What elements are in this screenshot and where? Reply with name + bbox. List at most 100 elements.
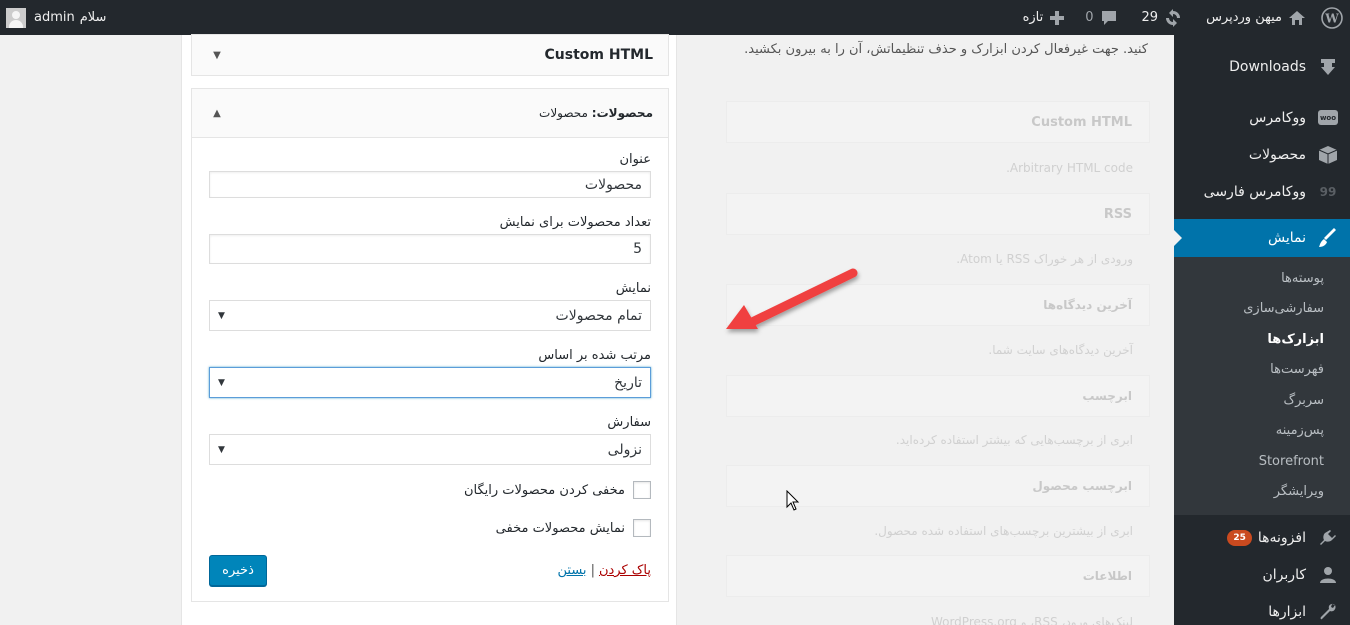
available-widgets-description: کنید. جهت غیرفعال کردن ابزارک و حذف تنظی…	[744, 42, 1148, 57]
widget-description: ورودی از هر خوراک RSS یا Atom.	[956, 252, 1133, 266]
show-label: نمایش	[615, 281, 651, 296]
admin-bar: W میهن وردپرس 29 0 تازه admin سلام	[0, 0, 1350, 35]
hide-free-label: مخفی کردن محصولات رایگان	[463, 482, 625, 498]
delete-link[interactable]: پاک کردن	[599, 563, 651, 578]
expand-toggle-icon[interactable]: ▼	[207, 50, 227, 61]
available-widget-tag-cloud[interactable]: ابرچسب	[726, 375, 1150, 417]
products-widget-header[interactable]: محصولات: محصولات ▲	[192, 89, 668, 137]
plugins-update-badge: 25	[1227, 529, 1252, 546]
available-widgets-area: کنید. جهت غیرفعال کردن ابزارک و حذف تنظی…	[720, 35, 1150, 625]
comment-icon	[1100, 9, 1118, 27]
submenu-item-storefront[interactable]: Storefront	[1174, 446, 1350, 477]
site-name: میهن وردپرس	[1206, 10, 1282, 25]
title-input[interactable]: محصولات	[209, 171, 651, 198]
submenu-item-customize[interactable]: سفارشی‌سازی	[1174, 294, 1350, 325]
show-hidden-option: نمایش محصولات مخفی	[209, 517, 651, 539]
sidebar-item-label: ووکامرس فارسی	[1203, 183, 1306, 200]
sidebar-item-label: ابزارها	[1268, 603, 1306, 620]
mouse-cursor-icon	[786, 490, 800, 511]
svg-text:W: W	[1324, 11, 1339, 25]
orderby-label: مرتب شده بر اساس	[538, 348, 651, 363]
widget-settings-form: عنوان محصولات تعداد محصولات برای نمایش 5…	[192, 137, 668, 601]
home-icon	[1288, 10, 1306, 26]
widget-controls: پاک کردن |بستن ذخیره	[209, 555, 651, 586]
user-icon	[1316, 563, 1340, 587]
submenu-item-editor[interactable]: ویرایشگر	[1174, 477, 1350, 508]
widget-description: لینک‌های ورود، RSS، و WordPress.org	[930, 615, 1133, 625]
comments-count: 0	[1085, 10, 1094, 25]
chevron-down-icon: ▼	[218, 377, 225, 388]
sidebar-item-label: Downloads	[1229, 58, 1306, 75]
sidebar-item-tools[interactable]: ابزارها	[1174, 593, 1350, 625]
save-button[interactable]: ذخیره	[209, 555, 267, 586]
widget-title: محصولات: محصولات	[539, 106, 653, 120]
paintbrush-icon	[1316, 226, 1340, 250]
wrench-icon	[1316, 600, 1340, 624]
available-widget-meta[interactable]: اطلاعات	[726, 555, 1150, 597]
title-label: عنوان	[619, 152, 651, 167]
new-content-link[interactable]: تازه	[1015, 0, 1074, 35]
show-select[interactable]: تمام محصولات ▼	[209, 300, 651, 331]
sidebar-item-downloads[interactable]: Downloads	[1174, 48, 1350, 85]
hide-free-option: مخفی کردن محصولات رایگان	[209, 479, 651, 501]
show-selected-value: تمام محصولات	[555, 307, 642, 324]
sidebar-item-users[interactable]: کاربران	[1174, 556, 1350, 593]
submenu-item-themes[interactable]: پوسته‌ها	[1174, 263, 1350, 294]
avatar	[6, 7, 26, 28]
submenu-item-menus[interactable]: فهرست‌ها	[1174, 355, 1350, 386]
greeting: سلام	[79, 10, 107, 25]
download-icon	[1316, 55, 1340, 79]
link-separator: |	[590, 563, 595, 578]
sidebar-item-products[interactable]: محصولات	[1174, 136, 1350, 173]
plugin-icon	[1316, 526, 1340, 550]
widget-description: ابری از بیشترین برچسب‌های استفاده شده مح…	[874, 524, 1133, 538]
close-link[interactable]: بستن	[558, 563, 587, 578]
my-account-link[interactable]: admin سلام	[6, 0, 106, 35]
order-select[interactable]: نزولی ▼	[209, 434, 651, 465]
widget-description: Arbitrary HTML code.	[1006, 161, 1133, 175]
available-widget-rss[interactable]: RSS	[726, 193, 1150, 235]
sidebar-item-label: کاربران	[1262, 566, 1306, 583]
widget-sidebar-area: Custom HTML ▼ محصولات: محصولات ▲ عنوان م…	[181, 34, 677, 625]
submenu-item-widgets[interactable]: ابزارک‌ها	[1174, 324, 1350, 355]
sidebar-item-label: محصولات	[1248, 146, 1306, 163]
submenu-item-header[interactable]: سربرگ	[1174, 385, 1350, 416]
available-widget-recent-comments[interactable]: آخرین دیدگاه‌ها	[726, 284, 1150, 326]
sidebar-item-label: نمایش	[1267, 230, 1306, 246]
new-content-label: تازه	[1022, 10, 1044, 25]
number-input[interactable]: 5	[209, 234, 651, 264]
sidebar-item-label: افزونه‌ها	[1257, 529, 1306, 546]
order-selected-value: نزولی	[607, 441, 642, 458]
sidebar-item-plugins[interactable]: افزونه‌ها 25	[1174, 519, 1350, 556]
plus-icon	[1049, 10, 1065, 26]
quote-icon: 99	[1319, 184, 1337, 199]
widget-title: Custom HTML	[544, 47, 653, 63]
sidebar-item-label: ووکامرس	[1249, 109, 1306, 126]
orderby-select[interactable]: تاریخ ▼	[209, 367, 651, 398]
available-widget-custom-html[interactable]: Custom HTML	[726, 101, 1150, 143]
custom-html-widget[interactable]: Custom HTML ▼	[191, 34, 669, 76]
appearance-submenu: پوسته‌ها سفارشی‌سازی ابزارک‌ها فهرست‌ها …	[1174, 257, 1350, 515]
widget-description: ابری از برچسب‌هایی که بیشتر استفاده کرده…	[895, 433, 1133, 447]
chevron-down-icon: ▼	[218, 444, 225, 455]
orderby-selected-value: تاریخ	[614, 374, 642, 391]
site-name-link[interactable]: میهن وردپرس	[1198, 0, 1314, 35]
widget-description: آخرین دیدگاه‌های سایت شما.	[988, 343, 1133, 357]
sidebar-item-woocommerce[interactable]: woo ووکامرس	[1174, 99, 1350, 136]
sidebar-item-appearance[interactable]: نمایش	[1174, 219, 1350, 257]
submenu-item-background[interactable]: پس‌زمینه	[1174, 416, 1350, 447]
updates-link[interactable]: 29	[1134, 0, 1191, 35]
updates-count: 29	[1141, 10, 1159, 25]
admin-sidebar: Downloads woo ووکامرس محصولات 99 ووکامرس…	[1174, 35, 1350, 625]
show-hidden-label: نمایش محصولات مخفی	[495, 520, 625, 536]
show-hidden-checkbox[interactable]	[633, 519, 651, 537]
comments-link[interactable]: 0	[1077, 0, 1125, 35]
wordpress-logo-button[interactable]: W	[1314, 0, 1350, 35]
hide-free-checkbox[interactable]	[633, 481, 651, 499]
chevron-down-icon: ▼	[218, 310, 225, 321]
sidebar-item-woocommerce-persian[interactable]: 99 ووکامرس فارسی	[1174, 173, 1350, 210]
products-widget: محصولات: محصولات ▲ عنوان محصولات تعداد م…	[191, 88, 669, 602]
box-icon	[1316, 143, 1340, 167]
collapse-toggle-icon[interactable]: ▲	[207, 108, 227, 119]
username: admin	[34, 10, 75, 25]
